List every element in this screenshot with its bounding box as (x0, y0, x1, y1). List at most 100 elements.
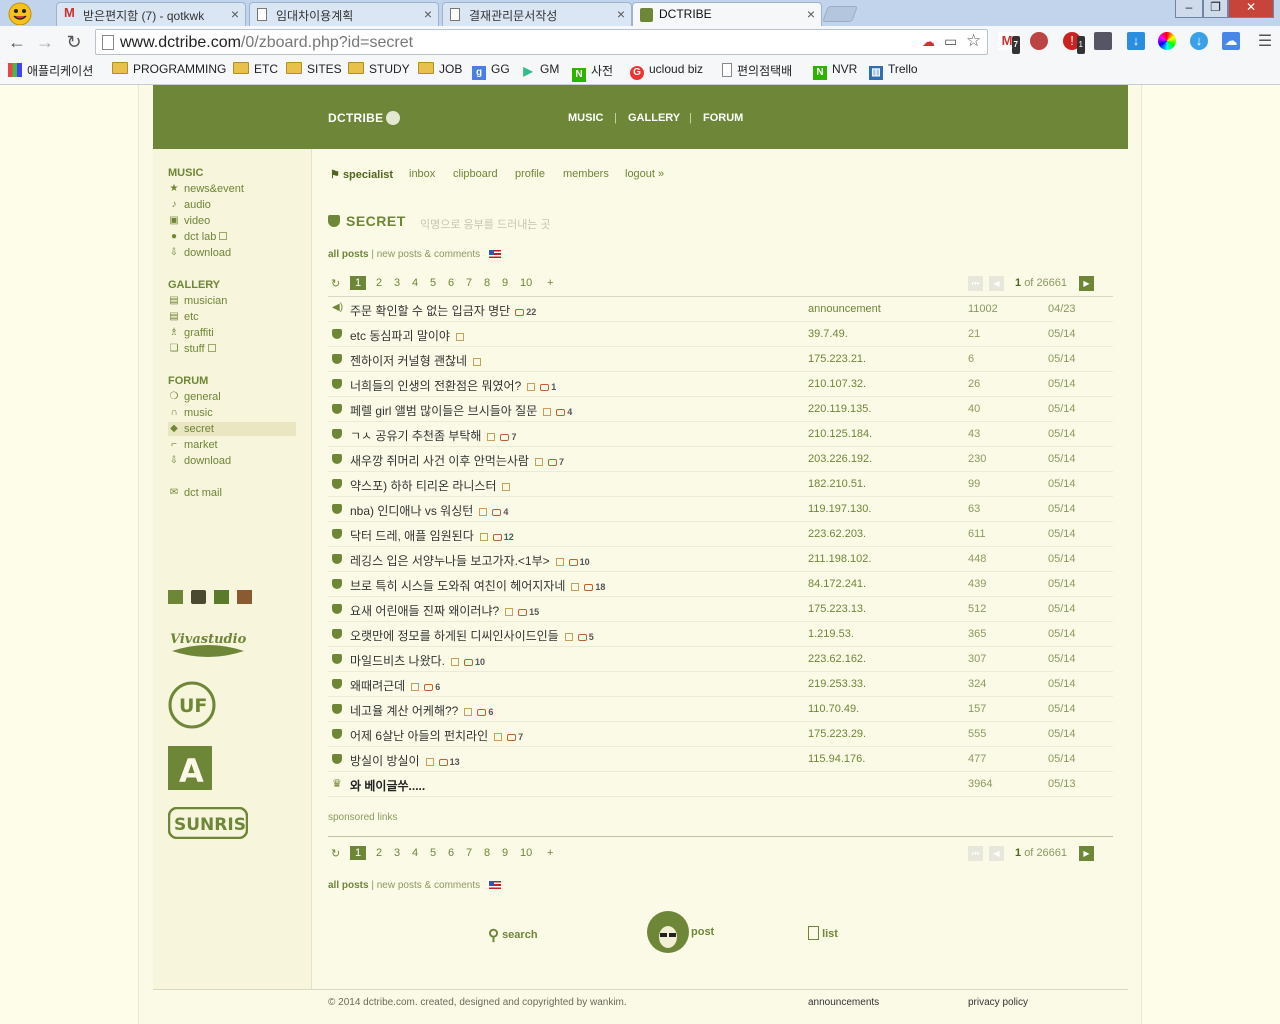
cloud-icon[interactable]: ☁ (922, 34, 935, 50)
sidebar-item-stuff[interactable]: ❏ stuff (168, 342, 296, 356)
close-icon[interactable]: × (617, 6, 625, 22)
filter-all-posts[interactable]: all posts (328, 880, 369, 891)
afro-post-icon[interactable] (647, 911, 689, 953)
new-tab-button[interactable] (822, 6, 858, 22)
sidebar-item-audio[interactable]: ♪ audio (168, 198, 296, 212)
table-row[interactable]: nba) 인디애나 vs 워싱턴 4 119.197.130. 63 05/14 (328, 497, 1113, 522)
user-avatar[interactable] (237, 590, 252, 604)
post-title[interactable]: 새우깡 쥐머리 사건 이후 안먹는사람 7 (350, 452, 564, 469)
arrow-down-circle-icon[interactable]: ↓ (1190, 32, 1208, 50)
user-avatar[interactable] (191, 590, 206, 604)
us-flag-icon[interactable] (488, 881, 501, 889)
sidebar-item-general[interactable]: ❍ general (168, 390, 296, 404)
page-link[interactable]: 9 (502, 277, 508, 289)
forward-button[interactable]: → (33, 30, 57, 54)
post-title[interactable]: 방실이 방실이 13 (350, 752, 460, 769)
page-link[interactable]: 2 (376, 847, 382, 859)
more-pages-button[interactable]: + (547, 847, 553, 859)
bookmark-star-icon[interactable]: ☆ (966, 31, 981, 51)
vivastudio-logo[interactable]: Vivastudio (168, 629, 248, 663)
sidebar-item-music-download[interactable]: ⇩ download (168, 246, 296, 260)
sidebar-item-graffiti[interactable]: ♗ graffiti (168, 326, 296, 340)
nav-forum[interactable]: FORUM (703, 112, 743, 124)
bookmark-gg[interactable]: g GG (472, 62, 510, 80)
post-title[interactable]: 요새 어린애들 진짜 왜이러냐? 15 (350, 602, 539, 619)
download-extension-icon[interactable]: ↓ (1127, 32, 1145, 50)
stop-extension-icon[interactable]: ! 1 (1063, 32, 1085, 54)
table-row[interactable]: 젠하이저 커널형 괜찮네 175.223.21. 6 05/14 (328, 347, 1113, 372)
nav-music[interactable]: MUSIC (568, 112, 603, 124)
sidebar-item-secret[interactable]: ◆ secret (168, 422, 296, 436)
table-row[interactable]: 닥터 드레, 애플 임원된다 12 223.62.203. 611 05/14 (328, 522, 1113, 547)
page-link[interactable]: 6 (448, 277, 454, 289)
color-wheel-icon[interactable] (1158, 32, 1176, 50)
table-row[interactable]: 오랫만에 정모를 하게된 디씨인사이드인들 5 1.219.53. 365 05/14 (328, 622, 1113, 647)
post-title[interactable]: 너희들의 인생의 전환점은 뭐였어? 1 (350, 377, 556, 394)
close-window-button[interactable]: ✕ (1228, 0, 1274, 18)
sidebar-item-gallery-etc[interactable]: ▤ etc (168, 310, 296, 324)
first-page-icon[interactable]: ⏮ (968, 276, 983, 291)
close-icon[interactable]: × (424, 6, 432, 22)
post-title[interactable]: 닥터 드레, 애플 임원된다 12 (350, 527, 514, 544)
post-title[interactable]: 네고율 계산 어케해?? 6 (350, 702, 493, 719)
filter-new-posts[interactable]: new posts & comments (377, 880, 480, 891)
menu-icon[interactable]: ☰ (1253, 30, 1277, 54)
subnav-profile[interactable]: profile (515, 168, 545, 180)
filter-all-posts[interactable]: all posts (328, 249, 369, 260)
minimize-button[interactable]: – (1175, 0, 1203, 18)
post-title[interactable]: nba) 인디애나 vs 워싱턴 4 (350, 502, 508, 519)
table-row[interactable]: 브로 특히 시스들 도와줘 여친이 헤어지자네 18 84.172.241. 439 0… (328, 572, 1113, 597)
prev-page-icon[interactable]: ◀ (989, 846, 1004, 861)
sidebar-item-musician[interactable]: ▤ musician (168, 294, 296, 308)
post-title[interactable]: 주문 확인할 수 없는 입금자 명단 22 (350, 302, 536, 319)
bookmark-study[interactable]: STUDY (348, 62, 410, 76)
bookmark-sites[interactable]: SITES (286, 62, 342, 76)
icloud-icon[interactable]: ☁ (1222, 32, 1240, 50)
sunrise-logo[interactable]: SUNRISE (167, 806, 258, 840)
sidebar-item-dct-mail[interactable]: ✉ dct mail (168, 486, 296, 500)
tab-approval-doc[interactable]: 결재관리문서작성 × (442, 2, 632, 26)
tab-lease-plan[interactable]: 임대차이용계획 × (249, 2, 439, 26)
page-link[interactable]: 8 (484, 847, 490, 859)
filter-new-posts[interactable]: new posts & comments (377, 249, 480, 260)
page-link[interactable]: 8 (484, 277, 490, 289)
page-link[interactable]: 4 (412, 277, 418, 289)
page-link[interactable]: 4 (412, 847, 418, 859)
maximize-button[interactable]: ❐ (1203, 0, 1228, 18)
footer-announcements[interactable]: announcements (808, 997, 879, 1008)
tab-dctribe[interactable]: DCTRIBE × (632, 2, 822, 26)
sidebar-item-dct-lab[interactable]: ● dct lab (168, 230, 296, 244)
post-title[interactable]: ㄱㅅ 공유기 추천좀 부탁해 7 (350, 427, 516, 444)
page-link[interactable]: 10 (520, 277, 532, 289)
post-title[interactable]: 브로 특히 시스들 도와줘 여친이 헤어지자네 18 (350, 577, 605, 594)
table-row[interactable]: 어제 6살난 아들의 펀치라인 7 175.223.29. 555 05/14 (328, 722, 1113, 747)
table-row[interactable]: ♛ 와 베이글쑤..... 3964 05/13 (328, 772, 1113, 797)
page-link[interactable]: 5 (430, 847, 436, 859)
bookmark-apps[interactable]: 애플리케이션 (8, 62, 93, 79)
uf-logo[interactable]: UF (168, 681, 216, 729)
subnav-specialist[interactable]: ⚑ specialist (330, 168, 393, 181)
subnav-clipboard[interactable]: clipboard (453, 168, 498, 180)
table-row[interactable]: 레깅스 입은 서양누나들 보고가자.<1부> 10 211.198.102. 448 0… (328, 547, 1113, 572)
table-row[interactable]: etc 동심파괴 말이야 39.7.49. 21 05/14 (328, 322, 1113, 347)
us-flag-icon[interactable] (488, 250, 501, 258)
page-link[interactable]: 9 (502, 847, 508, 859)
page-link[interactable]: 2 (376, 277, 382, 289)
post-button[interactable]: post (691, 926, 714, 938)
list-button[interactable]: list (808, 926, 838, 940)
prev-page-icon[interactable]: ◀ (989, 276, 1004, 291)
post-title[interactable]: 레깅스 입은 서양누나들 보고가자.<1부> 10 (350, 552, 590, 569)
table-row[interactable]: 방실이 방실이 13 115.94.176. 477 05/14 (328, 747, 1113, 772)
table-row[interactable]: 새우깡 쥐머리 사건 이후 안먹는사람 7 203.226.192. 230 05/14 (328, 447, 1113, 472)
subnav-members[interactable]: members (563, 168, 609, 180)
page-link[interactable]: 7 (466, 847, 472, 859)
bookmark-etc[interactable]: ETC (233, 62, 278, 76)
post-title[interactable]: 왜때려근데 6 (350, 677, 440, 694)
table-row[interactable]: 네고율 계산 어케해?? 6 110.70.49. 157 05/14 (328, 697, 1113, 722)
sidebar-item-market[interactable]: ⌐ market (168, 438, 296, 452)
reload-button[interactable]: ↻ (62, 30, 86, 54)
page-link[interactable]: 3 (394, 277, 400, 289)
bookmark-ucloud[interactable]: Gucloud biz (630, 62, 703, 80)
table-row[interactable]: 마일드비츠 나왔다. 10 223.62.162. 307 05/14 (328, 647, 1113, 672)
refresh-icon[interactable]: ↻ (331, 277, 340, 290)
